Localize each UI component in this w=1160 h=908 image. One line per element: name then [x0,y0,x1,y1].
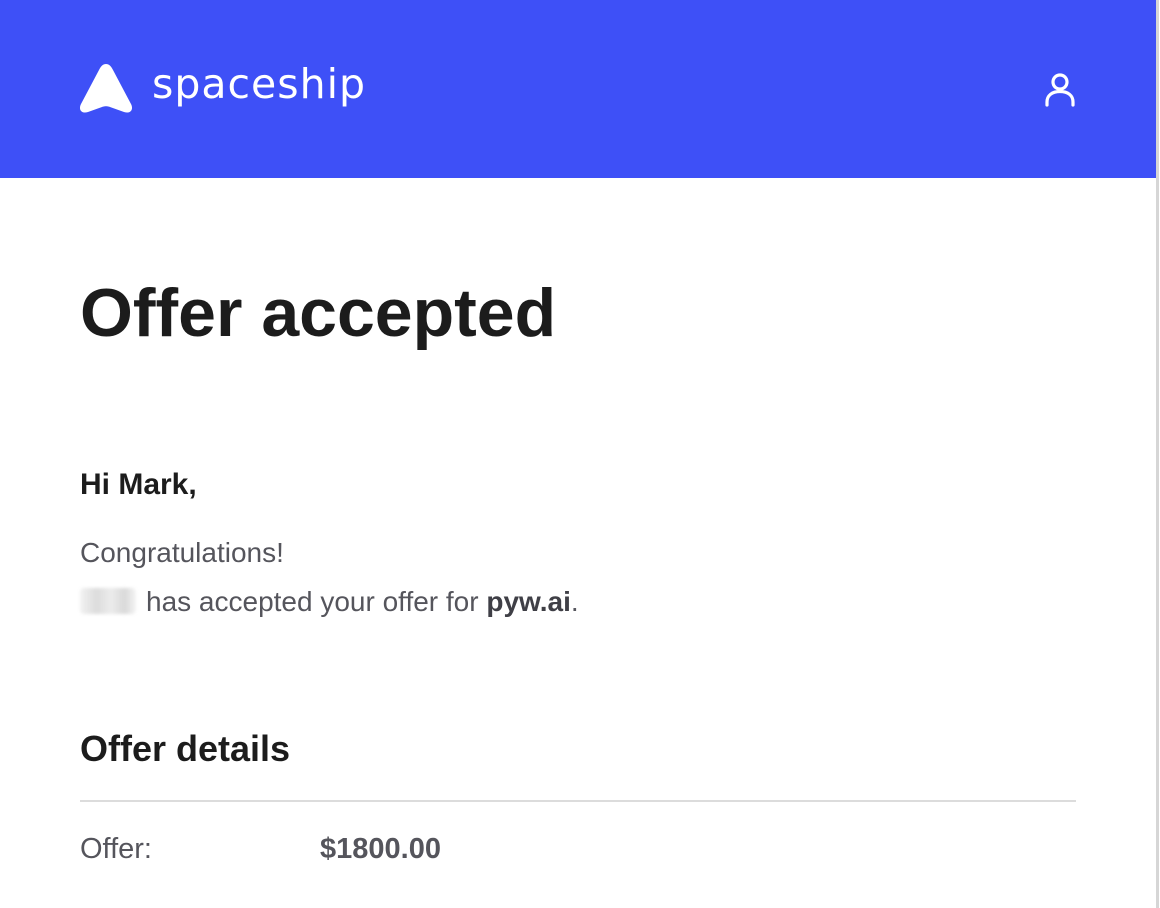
accepted-message: has accepted your offer for pyw.ai. [80,586,579,618]
offer-details-heading: Offer details [80,728,291,769]
accepted-text: has accepted your offer for [146,586,479,617]
greeting: Hi Mark, [80,468,197,501]
brand-logo[interactable]: spaceship [78,62,366,114]
congrats-text: Congratulations! [80,537,284,568]
header-bar: spaceship [0,0,1156,178]
offer-amount: $1800.00 [320,833,441,865]
spaceship-logo-icon [79,64,133,113]
user-icon[interactable] [1040,70,1080,110]
page-title: Offer accepted [80,275,557,351]
redacted-seller-name [80,588,136,614]
period: . [570,586,579,617]
offer-label: Offer: [80,833,152,865]
domain-name: pyw.ai [486,586,571,617]
email-page: spaceship Offer accepted Hi Mark, Congra… [0,0,1159,908]
divider [80,800,1076,802]
brand-name: spaceship [152,59,367,108]
